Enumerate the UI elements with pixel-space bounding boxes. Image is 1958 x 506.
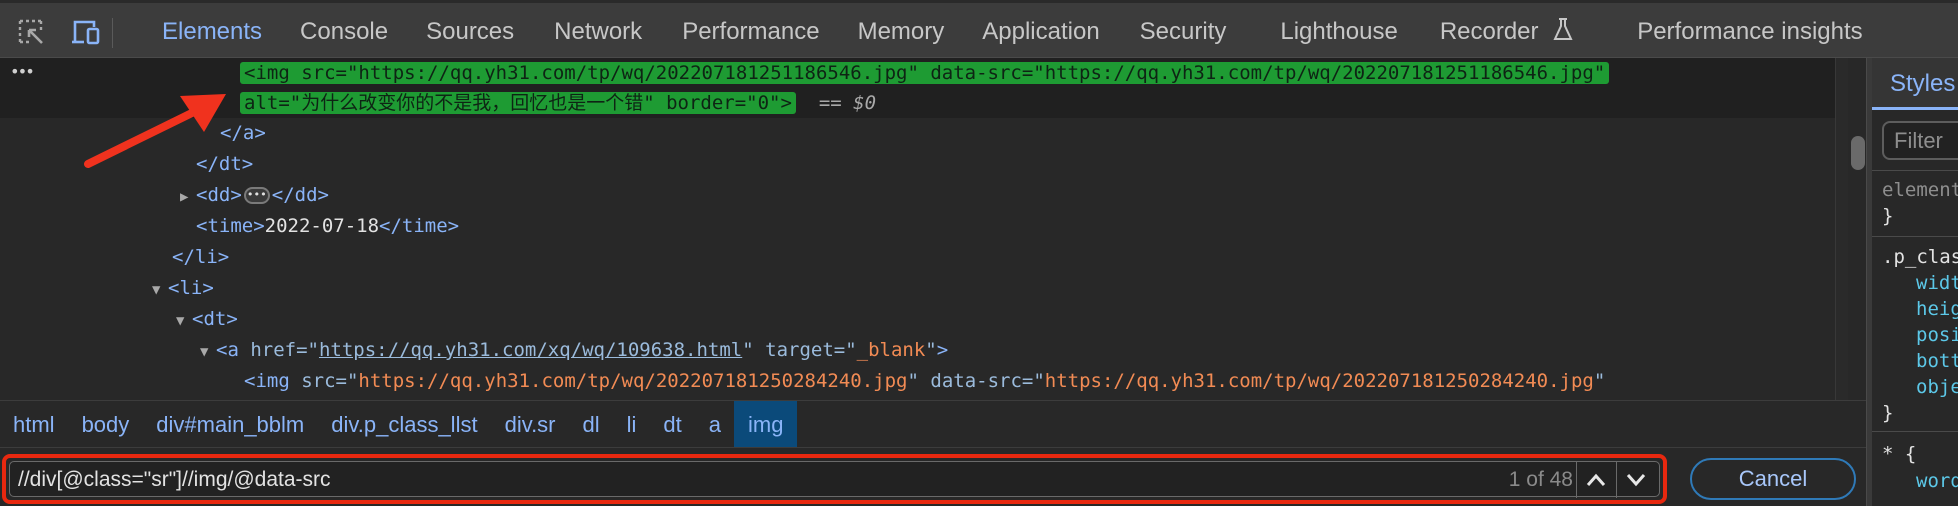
breadcrumb-li[interactable]: li (627, 401, 637, 448)
node-close-li[interactable]: </li> (172, 242, 229, 272)
tab-network[interactable]: Network (554, 3, 642, 58)
flask-icon (1553, 5, 1573, 63)
breadcrumb-div-main[interactable]: div#main_bblm (156, 401, 304, 448)
collapse-triangle-icon[interactable]: ▼ (152, 275, 168, 305)
chevron-down-icon (1626, 474, 1645, 487)
breadcrumb: html body div#main_bblm div.p_class_llst… (0, 400, 1866, 448)
divider (1872, 236, 1958, 237)
css-property[interactable]: object-fit (1916, 374, 1958, 400)
css-property[interactable]: height (1916, 296, 1958, 322)
tab-console[interactable]: Console (300, 3, 388, 58)
close-brace: } (1882, 402, 1894, 424)
dom-tree: ••• <img src="https://qq.yh31.com/tp/wq/… (0, 58, 1848, 400)
tab-recorder-label: Recorder (1439, 18, 1539, 45)
selected-node-line-2[interactable]: alt="为什么改变你的不是我，回忆也是一个错" border="0"> == … (240, 88, 876, 118)
next-match-button[interactable] (1616, 462, 1654, 498)
breadcrumb-img[interactable]: img (734, 400, 798, 448)
previous-match-button[interactable] (1576, 462, 1614, 498)
annotation-arrow-icon (84, 94, 226, 168)
breadcrumb-body[interactable]: body (82, 401, 130, 448)
selected-node-marker: == $0 (818, 92, 877, 114)
tab-memory[interactable]: Memory (858, 3, 945, 58)
breadcrumb-div-sr[interactable]: div.sr (505, 401, 556, 448)
collapse-triangle-icon[interactable]: ▼ (200, 337, 216, 367)
universal-selector[interactable]: * { (1882, 441, 1916, 467)
tab-elements[interactable]: Elements (144, 3, 280, 61)
find-bar: 1 of 48 Cancel (0, 447, 1866, 506)
device-toolbar-icon[interactable] (70, 17, 102, 49)
search-highlight-outline: 1 of 48 (2, 454, 1667, 504)
expand-triangle-icon[interactable]: ▶ (180, 182, 196, 212)
divider (1872, 431, 1958, 432)
search-input[interactable] (18, 462, 1418, 498)
divider (1872, 170, 1958, 171)
panel-tabs: Elements Console Sources Network Perform… (138, 3, 1863, 61)
node-time[interactable]: <time>2022-07-18</time> (196, 211, 459, 241)
node-actions-icon[interactable]: ••• (10, 62, 35, 81)
styles-filter-input[interactable]: Filter (1882, 121, 1958, 160)
css-property[interactable]: bottom (1916, 348, 1958, 374)
breadcrumb-html[interactable]: html (13, 401, 55, 448)
styles-pane: Styles Filter element.style { } .p_class… (1872, 58, 1958, 506)
node-dd[interactable]: ▶ <dd> ••• </dd> (180, 180, 329, 210)
css-property[interactable]: word-break (1916, 468, 1958, 494)
tab-sources[interactable]: Sources (426, 3, 514, 58)
rule-selector[interactable]: .p_class_llst .sr img { (1882, 244, 1958, 270)
toolbar-separator (112, 18, 113, 48)
inspect-element-icon[interactable] (16, 17, 48, 49)
match-count: 1 of 48 (1508, 468, 1573, 491)
tab-recorder[interactable]: Recorder (1440, 3, 1573, 58)
search-field: 1 of 48 (9, 461, 1660, 498)
chevron-up-icon (1586, 473, 1605, 486)
collapse-triangle-icon[interactable]: ▼ (176, 306, 192, 336)
node-a[interactable]: ▼ <a href="https://qq.yh31.com/xq/wq/1096… (200, 335, 948, 365)
node-dt[interactable]: ▼ <dt> (176, 304, 238, 334)
css-property[interactable]: position (1916, 322, 1958, 348)
css-property[interactable]: width (1916, 270, 1958, 296)
breadcrumb-a[interactable]: a (709, 401, 721, 448)
breadcrumb-dt[interactable]: dt (663, 401, 681, 448)
selected-node-line-1[interactable]: <img src="https://qq.yh31.com/tp/wq/2022… (240, 58, 1610, 88)
breadcrumb-dl[interactable]: dl (583, 401, 600, 448)
tree-scrollbar-thumb[interactable] (1851, 136, 1865, 170)
node-img[interactable]: <img src="https://qq.yh31.com/tp/wq/2022… (244, 366, 1605, 396)
tab-security[interactable]: Security (1140, 3, 1227, 58)
cancel-button[interactable]: Cancel (1690, 458, 1856, 500)
node-li[interactable]: ▼ <li> (152, 273, 214, 303)
devtools-tab-bar: Elements Console Sources Network Perform… (0, 0, 1958, 61)
tab-lighthouse[interactable]: Lighthouse (1280, 3, 1397, 58)
collapsed-content-icon[interactable]: ••• (243, 187, 270, 204)
tab-performance-insights[interactable]: Performance insights (1637, 3, 1862, 58)
tab-styles[interactable]: Styles (1872, 58, 1958, 110)
breadcrumb-div-class-list[interactable]: div.p_class_llst (331, 401, 477, 448)
element-style-selector: element.style { (1882, 179, 1958, 201)
close-brace: } (1882, 205, 1894, 227)
tab-performance[interactable]: Performance (682, 3, 819, 58)
href-link[interactable]: https://qq.yh31.com/xq/wq/109638.html (319, 339, 742, 361)
tab-application[interactable]: Application (982, 3, 1099, 58)
tree-scrollbar-track[interactable] (1835, 58, 1848, 400)
